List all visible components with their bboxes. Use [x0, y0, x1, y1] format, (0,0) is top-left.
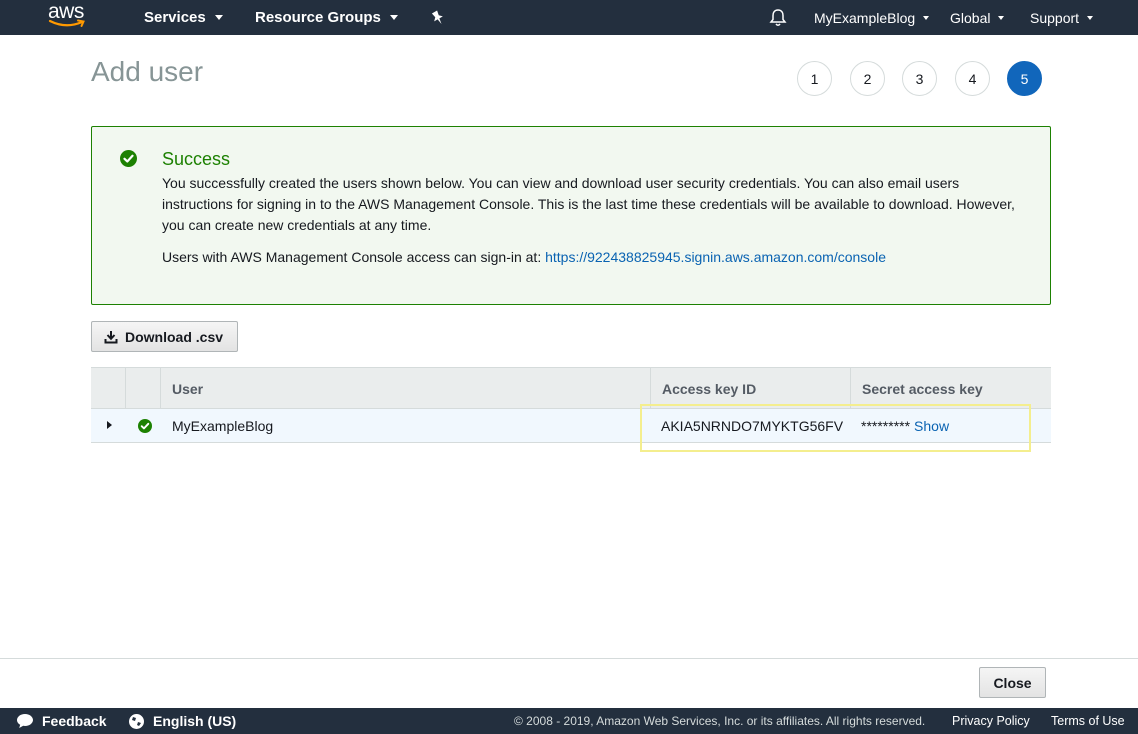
resource-groups-menu[interactable]: Resource Groups	[255, 0, 398, 35]
wizard-action-bar: Close	[0, 658, 1138, 708]
language-selector[interactable]: English (US)	[128, 708, 236, 734]
users-table: User Access key ID Secret access key MyE…	[91, 367, 1051, 443]
account-menu[interactable]: MyExampleBlog	[814, 0, 930, 35]
secret-masked-value: *********	[861, 417, 911, 434]
header-expand-column	[91, 368, 126, 409]
bell-icon	[769, 9, 787, 26]
success-message: You successfully created the users shown…	[162, 175, 1015, 233]
feedback-label: Feedback	[42, 713, 107, 729]
aws-logo[interactable]: aws	[48, 0, 92, 32]
expand-row-icon[interactable]	[107, 421, 112, 429]
copyright-text: © 2008 - 2019, Amazon Web Services, Inc.…	[514, 714, 926, 728]
resource-groups-menu-label: Resource Groups	[255, 9, 381, 26]
success-check-icon	[120, 150, 137, 167]
step-5-current: 5	[1007, 61, 1042, 96]
chevron-down-icon	[998, 15, 1005, 20]
chevron-down-icon	[389, 15, 398, 20]
aws-smile-icon	[48, 19, 85, 27]
services-menu[interactable]: Services	[144, 0, 223, 35]
top-navigation-bar: aws Services Resource Groups MyExampleBl…	[0, 0, 1138, 35]
terms-of-use-link[interactable]: Terms of Use	[1051, 708, 1125, 734]
chevron-down-icon	[923, 15, 930, 20]
support-menu-label: Support	[1030, 9, 1080, 26]
services-menu-label: Services	[144, 9, 206, 26]
notifications-button[interactable]	[769, 0, 787, 35]
globe-icon	[129, 713, 144, 729]
language-label: English (US)	[153, 713, 237, 729]
account-menu-label: MyExampleBlog	[814, 9, 916, 26]
show-secret-link[interactable]: Show	[914, 418, 949, 434]
download-csv-label: Download .csv	[125, 328, 224, 345]
table-header: User Access key ID Secret access key	[91, 367, 1051, 409]
access-key-id-cell: AKIA5NRNDO7MYKTG56FV	[661, 417, 844, 434]
signin-url-link[interactable]: https://922438825945.signin.aws.amazon.c…	[545, 249, 886, 265]
header-status-column	[126, 368, 161, 409]
support-menu[interactable]: Support	[1030, 0, 1094, 35]
download-csv-button[interactable]: Download .csv	[91, 321, 238, 352]
download-icon	[104, 330, 118, 343]
chevron-down-icon	[214, 15, 223, 20]
user-name-cell: MyExampleBlog	[172, 417, 274, 434]
close-button[interactable]: Close	[979, 667, 1046, 698]
signin-prefix: Users with AWS Management Console access…	[162, 249, 546, 265]
pin-button[interactable]	[431, 0, 445, 35]
region-menu[interactable]: Global	[950, 0, 1005, 35]
step-3[interactable]: 3	[902, 61, 937, 96]
step-2[interactable]: 2	[850, 61, 885, 96]
header-user[interactable]: User	[161, 368, 651, 409]
step-4[interactable]: 4	[955, 61, 990, 96]
chevron-down-icon	[1087, 15, 1094, 20]
console-footer: Feedback English (US) © 2008 - 2019, Ama…	[0, 708, 1138, 734]
region-menu-label: Global	[950, 9, 991, 26]
step-1[interactable]: 1	[797, 61, 832, 96]
header-secret-access-key[interactable]: Secret access key	[851, 368, 1051, 409]
success-check-icon	[138, 419, 152, 433]
speech-bubble-icon	[17, 714, 33, 728]
page-title: Add user	[91, 56, 204, 87]
success-title: Success	[162, 149, 231, 169]
signin-info: Users with AWS Management Console access…	[162, 249, 886, 265]
feedback-button[interactable]: Feedback	[16, 708, 107, 734]
success-alert: Success You successfully created the use…	[91, 126, 1051, 305]
table-row: MyExampleBlog AKIA5NRNDO7MYKTG56FV *****…	[91, 409, 1051, 443]
pin-icon	[431, 9, 443, 24]
privacy-policy-link[interactable]: Privacy Policy	[952, 708, 1030, 734]
header-access-key-id[interactable]: Access key ID	[651, 368, 851, 409]
secret-access-key-cell: ********* Show	[850, 409, 949, 442]
